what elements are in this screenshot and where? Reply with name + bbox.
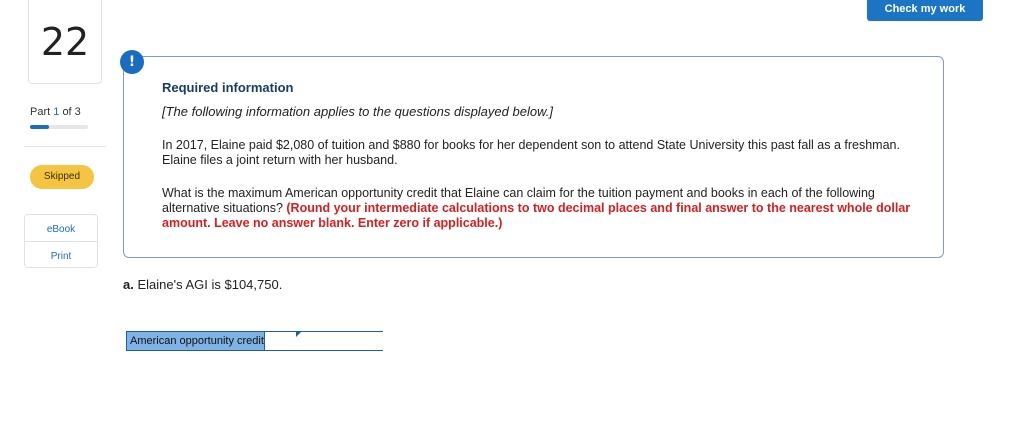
- part-total: of 3: [62, 106, 81, 118]
- resources-panel: eBook Print: [24, 214, 98, 268]
- ebook-link[interactable]: eBook: [25, 224, 97, 235]
- answer-label: American opportunity credit: [127, 332, 265, 350]
- question-text: Elaine's AGI is $104,750.: [137, 277, 283, 292]
- question-number-card: 22: [28, 0, 102, 84]
- required-information-title: Required information: [162, 80, 294, 95]
- left-divider: [24, 146, 106, 147]
- resources-divider: [25, 241, 97, 242]
- american-opportunity-credit-input[interactable]: [264, 332, 415, 350]
- question-letter: a.: [123, 277, 134, 292]
- input-corner-marker: [296, 332, 301, 337]
- print-link[interactable]: Print: [25, 251, 97, 262]
- part-progress-bar: [30, 125, 88, 129]
- scenario-paragraph: In 2017, Elaine paid $2,080 of tuition a…: [162, 138, 900, 167]
- part-indicator: Part 1 of 3: [30, 106, 81, 118]
- info-subtitle: [The following information applies to th…: [162, 104, 553, 119]
- question-prompt: a. Elaine's AGI is $104,750.: [123, 277, 282, 292]
- answer-row: American opportunity credit: [126, 331, 415, 351]
- exclamation-icon: !: [120, 50, 144, 74]
- part-word: Part: [30, 106, 51, 118]
- part-progress-fill: [30, 125, 49, 129]
- question-number: 22: [40, 20, 90, 64]
- instructions-paragraph: What is the maximum American opportunity…: [162, 186, 922, 231]
- status-badge[interactable]: Skipped: [30, 165, 94, 189]
- check-my-work-button[interactable]: Check my work: [867, 0, 983, 21]
- part-current: 1: [53, 106, 60, 118]
